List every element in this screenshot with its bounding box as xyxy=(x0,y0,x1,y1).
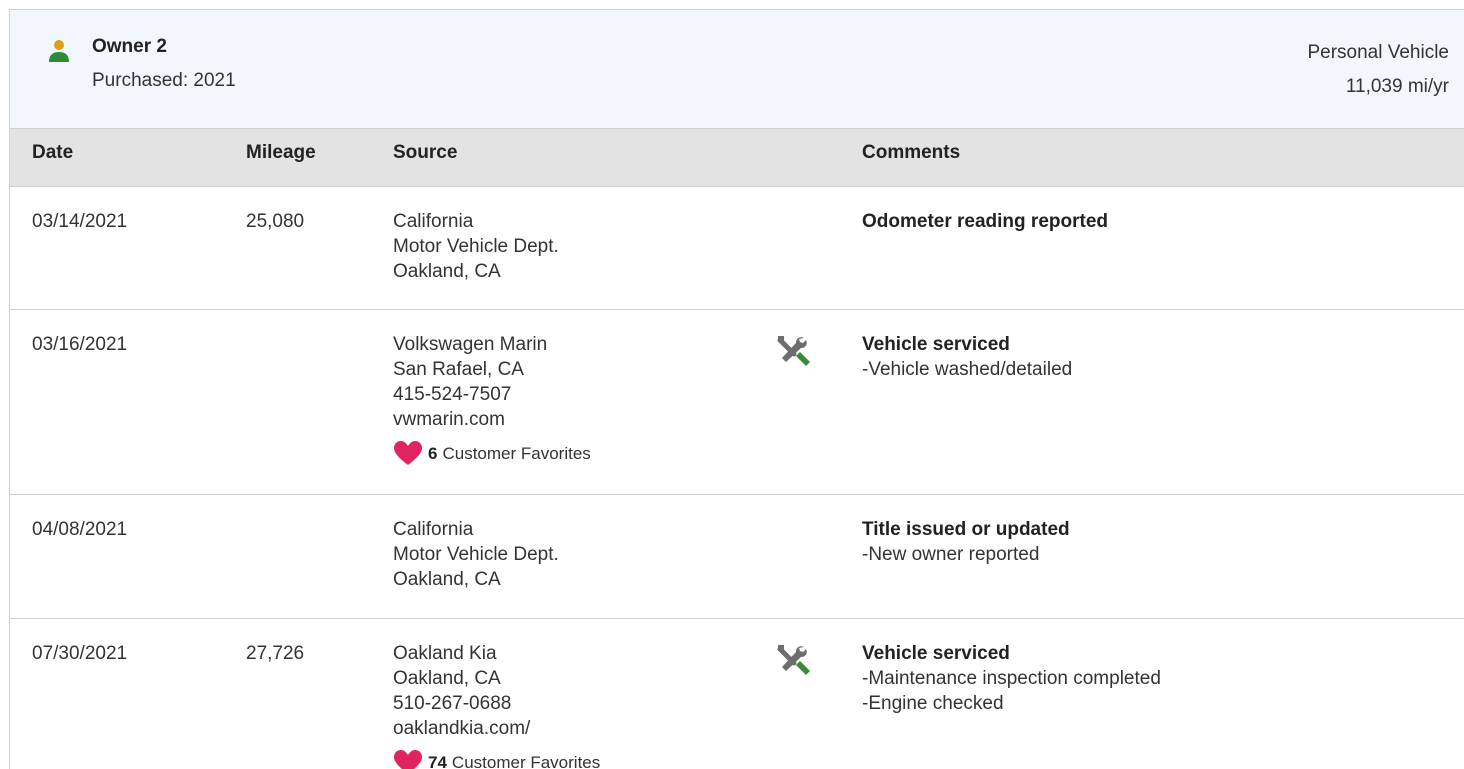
row-date: 03/16/2021 xyxy=(32,332,127,357)
row-comments: Odometer reading reported xyxy=(862,209,1108,234)
source-location: Oakland, CA xyxy=(393,666,600,691)
customer-favorites[interactable]: 6 Customer Favorites xyxy=(393,440,591,466)
comment-title: Vehicle serviced xyxy=(862,332,1072,357)
source-website-link[interactable]: oaklandkia.com/ xyxy=(393,716,600,741)
column-header-mileage: Mileage xyxy=(246,142,316,164)
row-comments: Title issued or updated -New owner repor… xyxy=(862,517,1070,567)
row-date: 03/14/2021 xyxy=(32,209,127,234)
vehicle-history-panel: Owner 2 Purchased: 2021 Personal Vehicle… xyxy=(9,9,1464,769)
favorites-count: 74 xyxy=(428,750,447,769)
person-icon xyxy=(46,38,72,64)
source-line: Motor Vehicle Dept. xyxy=(393,542,559,567)
service-tools-icon xyxy=(774,641,814,681)
row-source: California Motor Vehicle Dept. Oakland, … xyxy=(393,517,559,592)
source-location: San Rafael, CA xyxy=(393,357,591,382)
owner-purchased: Purchased: 2021 xyxy=(92,70,236,92)
row-icon xyxy=(774,332,814,379)
comment-title: Odometer reading reported xyxy=(862,209,1108,234)
owner-header: Owner 2 Purchased: 2021 Personal Vehicle… xyxy=(10,10,1464,129)
table-header: Date Mileage Source Comments xyxy=(10,129,1464,187)
source-name: Volkswagen Marin xyxy=(393,332,591,357)
comment-detail: -Maintenance inspection completed xyxy=(862,666,1161,691)
comment-detail: -Engine checked xyxy=(862,691,1161,716)
source-line: California xyxy=(393,517,559,542)
table-row: 07/30/2021 27,726 Oakland Kia Oakland, C… xyxy=(10,619,1464,769)
comment-title: Vehicle serviced xyxy=(862,641,1161,666)
column-header-date: Date xyxy=(32,142,73,164)
row-mileage: 25,080 xyxy=(246,209,304,234)
row-comments: Vehicle serviced -Maintenance inspection… xyxy=(862,641,1161,716)
source-line: California xyxy=(393,209,559,234)
source-line: Oakland, CA xyxy=(393,259,559,284)
table-row: 03/14/2021 25,080 California Motor Vehic… xyxy=(10,187,1464,310)
row-source: California Motor Vehicle Dept. Oakland, … xyxy=(393,209,559,284)
table-row: 04/08/2021 California Motor Vehicle Dept… xyxy=(10,495,1464,619)
favorites-label: Customer Favorites xyxy=(452,750,600,769)
comment-detail: -Vehicle washed/detailed xyxy=(862,357,1072,382)
column-header-comments: Comments xyxy=(862,142,960,164)
owner-summary: Personal Vehicle 11,039 mi/yr xyxy=(1307,36,1449,104)
source-line: Oakland, CA xyxy=(393,567,559,592)
comment-title: Title issued or updated xyxy=(862,517,1070,542)
comment-detail: -New owner reported xyxy=(862,542,1070,567)
source-phone[interactable]: 415-524-7507 xyxy=(393,382,591,407)
owner-name: Owner 2 xyxy=(92,36,167,58)
favorites-count: 6 xyxy=(428,441,437,466)
heart-icon xyxy=(393,440,423,466)
source-website-link[interactable]: vwmarin.com xyxy=(393,407,591,432)
heart-icon xyxy=(393,749,423,769)
row-mileage: 27,726 xyxy=(246,641,304,666)
source-name: Oakland Kia xyxy=(393,641,600,666)
source-phone[interactable]: 510-267-0688 xyxy=(393,691,600,716)
source-line: Motor Vehicle Dept. xyxy=(393,234,559,259)
row-date: 04/08/2021 xyxy=(32,517,127,542)
favorites-label: Customer Favorites xyxy=(442,441,590,466)
column-header-source: Source xyxy=(393,142,457,164)
annual-mileage: 11,039 mi/yr xyxy=(1307,70,1449,104)
service-tools-icon xyxy=(774,332,814,372)
row-date: 07/30/2021 xyxy=(32,641,127,666)
row-source: Volkswagen Marin San Rafael, CA 415-524-… xyxy=(393,332,591,466)
row-source: Oakland Kia Oakland, CA 510-267-0688 oak… xyxy=(393,641,600,769)
customer-favorites[interactable]: 74 Customer Favorites xyxy=(393,749,600,769)
table-row: 03/16/2021 Volkswagen Marin San Rafael, … xyxy=(10,310,1464,495)
row-comments: Vehicle serviced -Vehicle washed/detaile… xyxy=(862,332,1072,382)
row-icon xyxy=(774,641,814,688)
vehicle-type: Personal Vehicle xyxy=(1307,36,1449,70)
